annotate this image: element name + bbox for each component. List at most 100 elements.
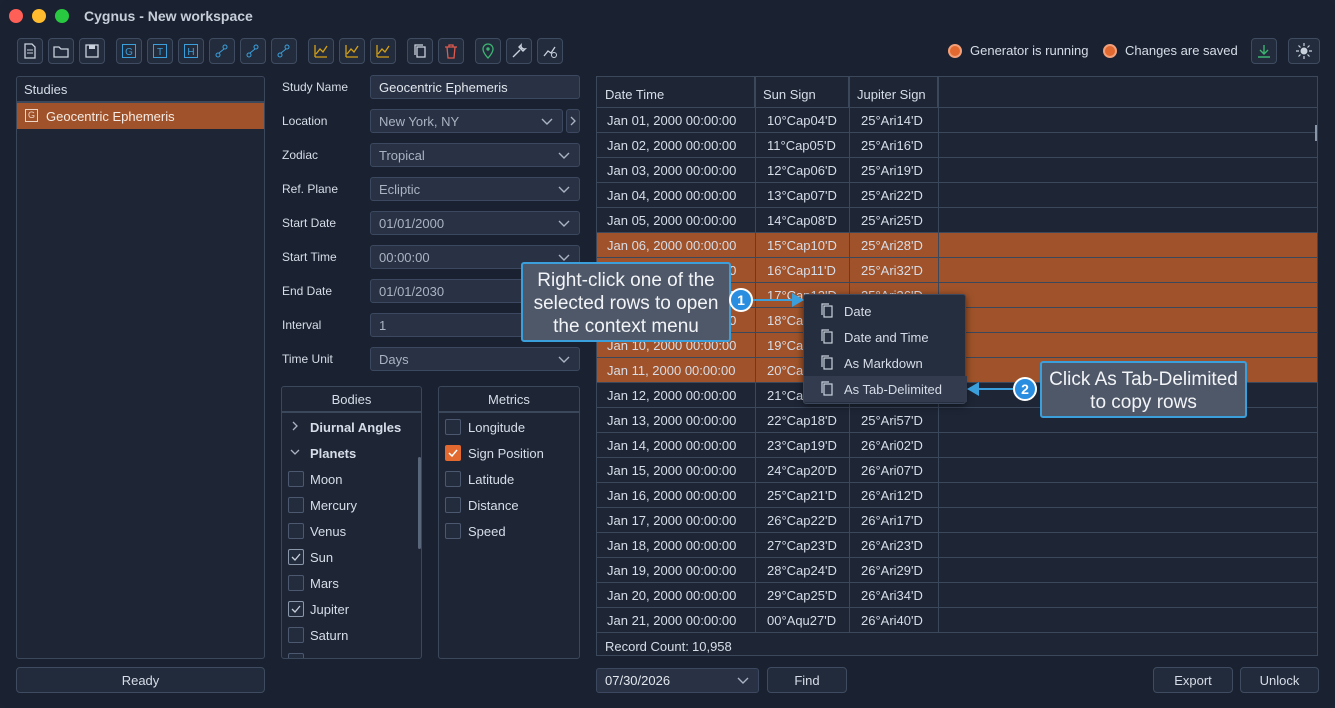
table-row[interactable]: Jan 21, 2000 00:00:00 00°Aqu27'D 26°Ari40'… [597, 608, 1317, 633]
checkbox-longitude[interactable] [445, 419, 461, 435]
settings-chart-button[interactable] [537, 38, 563, 64]
table-row[interactable]: Jan 04, 2000 00:00:00 13°Cap07'D 25°Ari22'… [597, 183, 1317, 208]
heliocentric-study-button[interactable]: H [178, 38, 204, 64]
checkbox-partial[interactable] [288, 653, 304, 658]
tools-button[interactable] [506, 38, 532, 64]
location-button[interactable] [475, 38, 501, 64]
table-cell: 24°Cap20'D [767, 463, 837, 478]
chart-h-button[interactable] [370, 38, 396, 64]
column-header-date-time[interactable]: Date Time [597, 77, 755, 107]
download-button[interactable] [1251, 38, 1277, 64]
table-cell: Jan 03, 2000 00:00:00 [607, 163, 737, 178]
table-row[interactable]: Jan 18, 2000 00:00:00 27°Cap23'D 26°Ari23'… [597, 533, 1317, 558]
metrics-panel: Metrics Longitude Sign Position Latitude… [438, 386, 580, 659]
table-cell: 26°Ari29'D [861, 563, 923, 578]
table-cell: Jan 04, 2000 00:00:00 [607, 188, 737, 203]
study-type-g-icon: G [25, 109, 38, 122]
table-row[interactable]: Jan 01, 2000 00:00:00 10°Cap04'D 25°Ari14'… [597, 108, 1317, 133]
study-item-label: Geocentric Ephemeris [46, 109, 175, 124]
table-row[interactable]: Jan 20, 2000 00:00:00 29°Cap25'D 26°Ari34'… [597, 583, 1317, 608]
table-row[interactable]: Jan 05, 2000 00:00:00 14°Cap08'D 25°Ari25'… [597, 208, 1317, 233]
graph-g-button[interactable] [209, 38, 235, 64]
body-label-moon: Moon [310, 472, 343, 487]
minimize-window-button[interactable] [32, 9, 46, 23]
export-button[interactable]: Export [1153, 667, 1233, 693]
delete-button[interactable] [438, 38, 464, 64]
table-row[interactable]: Jan 03, 2000 00:00:00 12°Cap06'D 25°Ari19'… [597, 158, 1317, 183]
find-date-picker[interactable]: 07/30/2026 [596, 668, 759, 693]
menu-item-as-tab-delimited[interactable]: As Tab-Delimited [804, 376, 967, 402]
studies-panel: Studies G Geocentric Ephemeris [16, 76, 265, 659]
location-more-button[interactable] [566, 109, 580, 133]
chart-t-button[interactable] [339, 38, 365, 64]
chevron-down-icon[interactable] [289, 447, 301, 457]
column-header-jupiter-sign[interactable]: Jupiter Sign [849, 77, 938, 107]
time-unit-dropdown[interactable]: Days [370, 347, 580, 371]
open-folder-button[interactable] [48, 38, 74, 64]
close-window-button[interactable] [9, 9, 23, 23]
group-planets[interactable]: Planets [310, 446, 356, 461]
table-row[interactable]: Jan 02, 2000 00:00:00 11°Cap05'D 25°Ari16'… [597, 133, 1317, 158]
checkbox-sun[interactable] [288, 549, 304, 565]
group-diurnal-angles[interactable]: Diurnal Angles [310, 420, 401, 435]
checkbox-saturn[interactable] [288, 627, 304, 643]
checkbox-jupiter[interactable] [288, 601, 304, 617]
unlock-button[interactable]: Unlock [1240, 667, 1319, 693]
theme-toggle-button[interactable] [1288, 38, 1320, 64]
save-button[interactable] [79, 38, 105, 64]
time-unit-label: Time Unit [282, 352, 333, 366]
study-item-geocentric-ephemeris[interactable]: G Geocentric Ephemeris [17, 103, 264, 129]
table-cell: 14°Cap08'D [767, 213, 837, 228]
zodiac-dropdown[interactable]: Tropical [370, 143, 580, 167]
copy-icon [821, 381, 833, 396]
ref-plane-dropdown[interactable]: Ecliptic [370, 177, 580, 201]
table-scrollbar[interactable] [1315, 125, 1317, 141]
checkbox-distance[interactable] [445, 497, 461, 513]
svg-text:G: G [125, 47, 133, 58]
menu-item-date[interactable]: Date [804, 298, 967, 324]
checkbox-latitude[interactable] [445, 471, 461, 487]
table-row[interactable]: Jan 06, 2000 00:00:00 15°Cap10'D 25°Ari28'… [597, 233, 1317, 258]
table-row[interactable]: Jan 14, 2000 00:00:00 23°Cap19'D 26°Ari02'… [597, 433, 1317, 458]
copy-button[interactable] [407, 38, 433, 64]
table-row[interactable]: Jan 16, 2000 00:00:00 25°Cap21'D 26°Ari12'… [597, 483, 1317, 508]
start-date-value: 01/01/2000 [379, 216, 445, 231]
checkbox-mars[interactable] [288, 575, 304, 591]
new-file-icon [24, 43, 36, 59]
column-header-sun-sign[interactable]: Sun Sign [755, 77, 849, 107]
changes-status-text: Changes are saved [1125, 43, 1238, 58]
table-cell: Jan 13, 2000 00:00:00 [607, 413, 737, 428]
topocentric-study-button[interactable]: T [147, 38, 173, 64]
checkbox-sign-position[interactable] [445, 445, 461, 461]
graph-t-button[interactable] [240, 38, 266, 64]
chevron-right-icon [570, 116, 576, 126]
table-row[interactable]: Jan 15, 2000 00:00:00 24°Cap20'D 26°Ari07'… [597, 458, 1317, 483]
checkbox-mercury[interactable] [288, 497, 304, 513]
table-row[interactable]: Jan 19, 2000 00:00:00 28°Cap24'D 26°Ari29'… [597, 558, 1317, 583]
location-dropdown[interactable]: New York, NY [370, 109, 563, 133]
find-button[interactable]: Find [767, 667, 847, 693]
menu-item-as-markdown[interactable]: As Markdown [804, 350, 967, 376]
checkbox-moon[interactable] [288, 471, 304, 487]
interval-value: 1 [379, 318, 387, 333]
geocentric-study-button[interactable]: G [116, 38, 142, 64]
checkbox-speed[interactable] [445, 523, 461, 539]
bodies-scrollbar[interactable] [418, 457, 421, 549]
chart-g-button[interactable] [308, 38, 334, 64]
menu-item-date-and-time[interactable]: Date and Time [804, 324, 967, 350]
zodiac-label: Zodiac [282, 148, 319, 162]
table-cell: 25°Ari19'D [861, 163, 923, 178]
column-divider[interactable] [755, 77, 756, 632]
body-label-mars: Mars [310, 576, 339, 591]
table-cell: 27°Cap23'D [767, 538, 837, 553]
zoom-window-button[interactable] [55, 9, 69, 23]
checkbox-venus[interactable] [288, 523, 304, 539]
table-row[interactable]: Jan 17, 2000 00:00:00 26°Cap22'D 26°Ari17'… [597, 508, 1317, 533]
chevron-right-icon[interactable] [290, 420, 300, 432]
graph-h-button[interactable] [271, 38, 297, 64]
new-file-button[interactable] [17, 38, 43, 64]
start-date-picker[interactable]: 01/01/2000 [370, 211, 580, 235]
metric-label-distance: Distance [468, 498, 519, 513]
study-name-input[interactable]: Geocentric Ephemeris [370, 75, 580, 99]
download-icon [1258, 45, 1270, 58]
